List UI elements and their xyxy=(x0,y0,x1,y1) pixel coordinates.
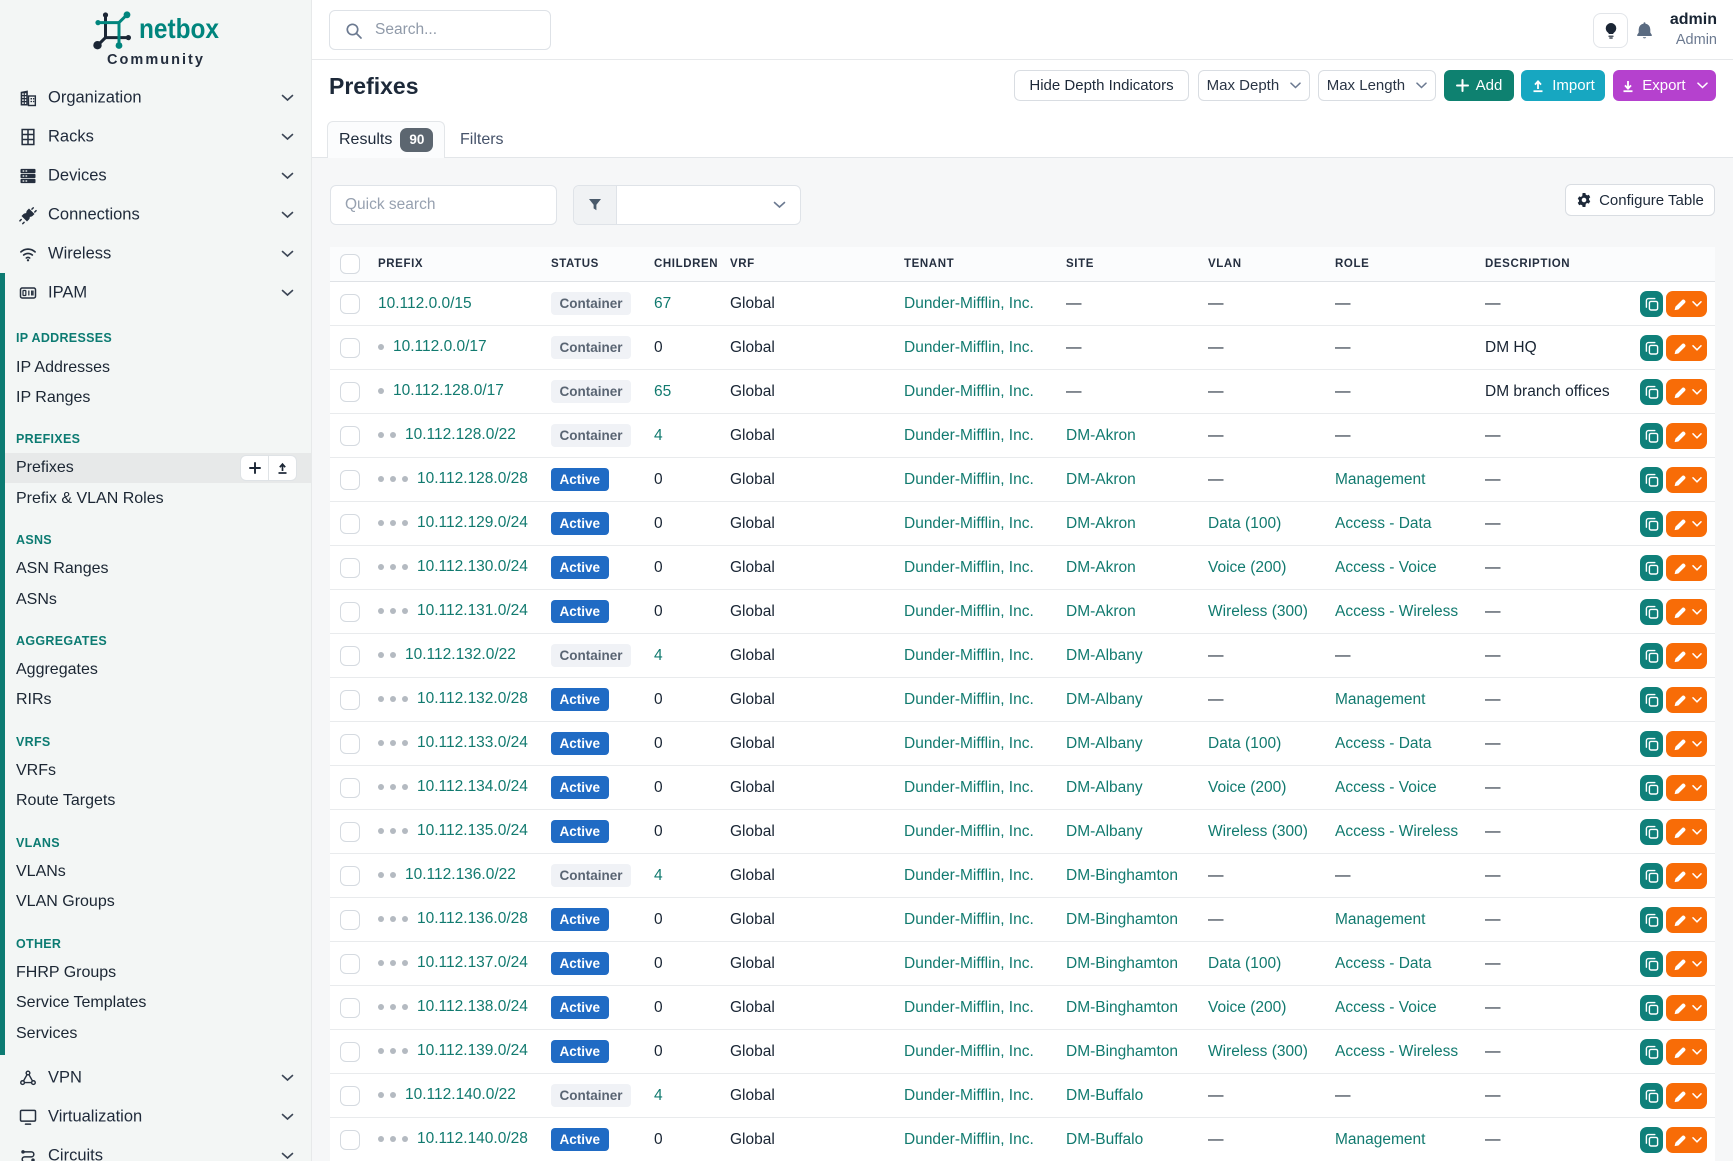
svg-text:Community: Community xyxy=(107,52,203,68)
svg-text:netbox: netbox xyxy=(139,13,219,44)
